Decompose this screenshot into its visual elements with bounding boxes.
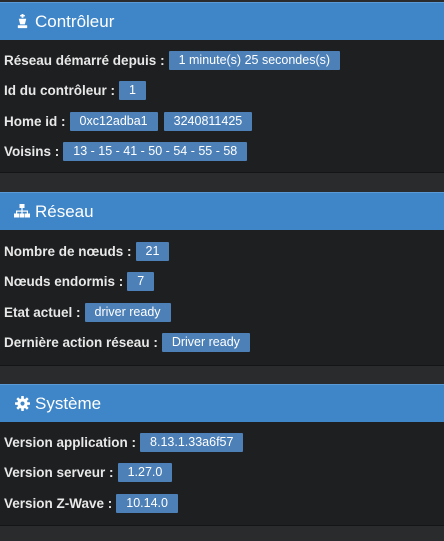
zwave-version-row: Version Z-Wave : 10.14.0 xyxy=(4,488,444,519)
neighbors-row: Voisins : 13 - 15 - 41 - 50 - 54 - 55 - … xyxy=(4,137,444,168)
uptime-value: 1 minute(s) 25 secondes(s) xyxy=(168,50,341,70)
cog-icon xyxy=(14,396,30,412)
last-network-action-row: Dernière action réseau : Driver ready xyxy=(4,328,444,359)
system-panel-body: Version application : 8.13.1.33a6f57 Ver… xyxy=(0,422,444,526)
current-state-label: Etat actuel : xyxy=(4,304,81,320)
neighbors-label: Voisins : xyxy=(4,144,60,160)
current-state-row: Etat actuel : driver ready xyxy=(4,297,444,328)
neighbors-value: 13 - 15 - 41 - 50 - 54 - 55 - 58 xyxy=(63,142,248,162)
network-panel-title: Réseau xyxy=(35,201,94,221)
system-panel: Système Version application : 8.13.1.33a… xyxy=(0,384,444,526)
system-panel-header: Système xyxy=(0,384,444,422)
controller-id-label: Id du contrôleur : xyxy=(4,83,115,99)
node-count-row: Nombre de nœuds : 21 xyxy=(4,236,444,267)
controller-panel: Contrôleur Réseau démarré depuis : 1 min… xyxy=(0,2,444,173)
sleeping-nodes-row: Nœuds endormis : 7 xyxy=(4,267,444,298)
home-id-row: Home id : 0xc12adba1 3240811425 xyxy=(4,106,444,137)
controller-panel-title: Contrôleur xyxy=(35,11,115,31)
server-version-label: Version serveur : xyxy=(4,465,114,481)
uptime-label: Réseau démarré depuis : xyxy=(4,52,165,68)
server-version-value: 1.27.0 xyxy=(117,463,173,483)
last-network-action-label: Dernière action réseau : xyxy=(4,335,158,351)
server-version-row: Version serveur : 1.27.0 xyxy=(4,458,444,489)
sitemap-icon xyxy=(14,204,30,220)
home-id-label: Home id : xyxy=(4,113,66,129)
node-count-value: 21 xyxy=(135,241,170,261)
app-version-label: Version application : xyxy=(4,434,137,450)
zwave-version-label: Version Z-Wave : xyxy=(4,495,113,511)
home-id-hex-value: 0xc12adba1 xyxy=(69,111,158,131)
sleeping-nodes-value: 7 xyxy=(127,272,155,292)
home-id-decimal-value: 3240811425 xyxy=(163,111,253,131)
controller-id-value: 1 xyxy=(119,81,146,101)
uptime-row: Réseau démarré depuis : 1 minute(s) 25 s… xyxy=(4,45,444,76)
network-panel-body: Nombre de nœuds : 21 Nœuds endormis : 7 … xyxy=(0,230,444,366)
controller-panel-body: Réseau démarré depuis : 1 minute(s) 25 s… xyxy=(0,40,444,173)
controller-panel-header: Contrôleur xyxy=(0,2,444,40)
sleeping-nodes-label: Nœuds endormis : xyxy=(4,274,124,290)
network-panel: Réseau Nombre de nœuds : 21 Nœuds endorm… xyxy=(0,192,444,366)
zwave-version-value: 10.14.0 xyxy=(116,493,178,513)
app-version-value: 8.13.1.33a6f57 xyxy=(140,432,244,452)
current-state-value: driver ready xyxy=(84,302,171,322)
app-version-row: Version application : 8.13.1.33a6f57 xyxy=(4,427,444,458)
controller-id-row: Id du contrôleur : 1 xyxy=(4,76,444,107)
chess-king-icon xyxy=(14,14,30,30)
network-panel-header: Réseau xyxy=(0,192,444,230)
system-panel-title: Système xyxy=(35,393,102,413)
last-network-action-value: Driver ready xyxy=(161,333,250,353)
node-count-label: Nombre de nœuds : xyxy=(4,243,132,259)
